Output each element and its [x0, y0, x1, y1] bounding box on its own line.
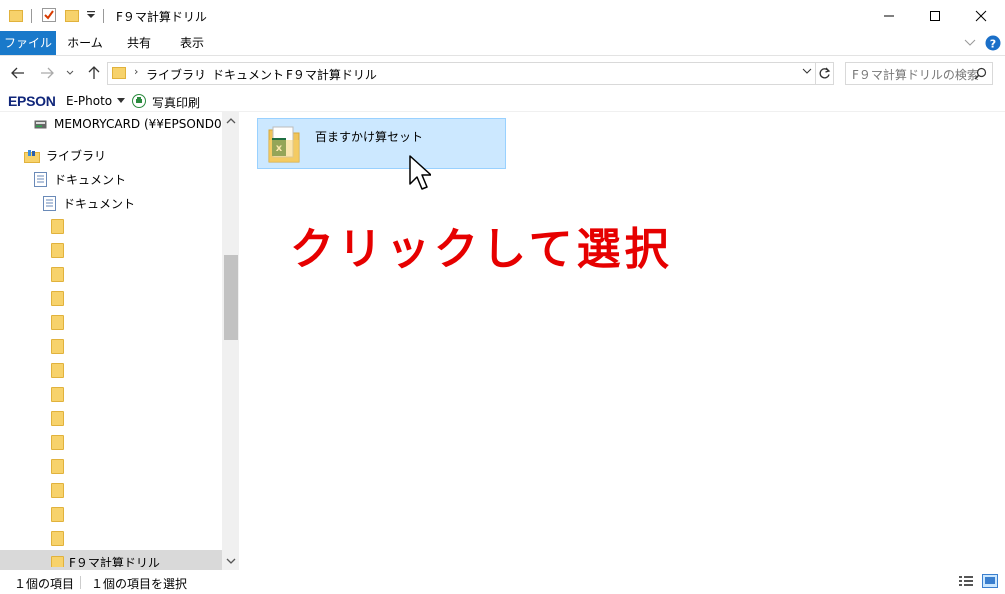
folder-icon[interactable]: [51, 459, 64, 474]
maximize-icon: [930, 10, 940, 21]
separator: [103, 9, 104, 23]
close-button[interactable]: [958, 0, 1004, 31]
back-arrow-icon: [11, 67, 24, 79]
address-dropdown-icon[interactable]: [802, 68, 812, 76]
drive-icon: [34, 117, 48, 131]
details-view-icon[interactable]: [959, 574, 973, 588]
expand-ribbon-icon[interactable]: [964, 38, 976, 48]
nav-item-label: ドキュメント: [63, 197, 136, 211]
folder-icon: [51, 556, 64, 567]
folder-icon: [112, 65, 127, 80]
tab-home[interactable]: ホーム: [60, 31, 110, 55]
new-folder-icon[interactable]: [65, 8, 80, 23]
chevron-down-icon: [66, 70, 74, 75]
nav-scrollbar[interactable]: [222, 112, 239, 570]
forward-arrow-icon: [41, 67, 54, 79]
excel-folder-icon: x: [267, 124, 301, 164]
nav-item-label: ドキュメント: [54, 173, 127, 187]
navigation-pane: MEMORYCARD (¥¥EPSOND0B5E ライブラリ ドキュメント ドキ…: [0, 112, 222, 567]
search-box[interactable]: F９マ計算ドリルの検索: [845, 62, 993, 85]
nav-item-label: MEMORYCARD (¥¥EPSOND0B5E: [54, 117, 222, 131]
address-box[interactable]: › ライブラリ › ドキュメント › F９マ計算ドリル: [107, 62, 834, 85]
scroll-up-icon[interactable]: [226, 117, 236, 124]
tab-view[interactable]: 表示: [167, 31, 217, 55]
chevron-right-icon: ›: [134, 65, 139, 78]
folder-icon: [9, 8, 24, 23]
maximize-button[interactable]: [912, 0, 958, 31]
library-icon: [24, 148, 40, 164]
folder-icon[interactable]: [51, 531, 64, 546]
folder-icon[interactable]: [51, 339, 64, 354]
chevron-right-icon: ›: [200, 65, 205, 78]
forward-button[interactable]: [37, 62, 57, 84]
breadcrumb-library[interactable]: ライブラリ: [146, 66, 206, 83]
folder-icon[interactable]: [51, 219, 64, 234]
folder-icon[interactable]: [51, 363, 64, 378]
photo-print-button[interactable]: 写真印刷: [152, 94, 200, 111]
ephoto-button[interactable]: E-Photo: [66, 94, 112, 108]
minimize-icon: [884, 15, 894, 16]
item-count: １個の項目: [14, 577, 75, 591]
documents-icon: [34, 172, 48, 188]
help-icon[interactable]: ?: [985, 35, 1001, 51]
window-title: F９マ計算ドリル: [116, 10, 207, 24]
file-name: 百ますかけ算セット: [315, 130, 424, 144]
folder-icon[interactable]: [51, 507, 64, 522]
tab-file[interactable]: ファイル: [0, 31, 56, 55]
nav-item-label: F９マ計算ドリル: [69, 556, 160, 567]
recent-locations-button[interactable]: [63, 62, 77, 84]
scroll-down-icon[interactable]: [226, 558, 236, 565]
up-arrow-icon: [88, 66, 100, 79]
epson-logo: EPSON: [8, 93, 56, 109]
customize-toolbar-icon[interactable]: [86, 10, 96, 20]
tab-share[interactable]: 共有: [114, 31, 164, 55]
search-icon: [974, 67, 987, 80]
mouse-cursor-icon: [409, 155, 431, 191]
selected-count: １個の項目を選択: [91, 577, 188, 591]
refresh-icon[interactable]: [818, 67, 831, 80]
file-list: [240, 112, 1005, 570]
folder-icon[interactable]: [51, 435, 64, 450]
minimize-button[interactable]: [866, 0, 912, 31]
up-button[interactable]: [84, 62, 104, 84]
properties-icon[interactable]: [42, 8, 57, 23]
instruction-annotation: クリックして選択: [290, 224, 673, 275]
printer-icon: [132, 94, 146, 108]
folder-icon[interactable]: [51, 315, 64, 330]
scrollbar-thumb[interactable]: [224, 255, 238, 340]
breadcrumb-current-folder[interactable]: F９マ計算ドリル: [286, 66, 377, 83]
documents-icon: [43, 196, 57, 212]
folder-icon[interactable]: [51, 243, 64, 258]
folder-icon[interactable]: [51, 387, 64, 402]
epson-toolbar: [0, 91, 1005, 111]
folder-icon[interactable]: [51, 267, 64, 282]
folder-icon[interactable]: [51, 483, 64, 498]
svg-text:?: ?: [990, 38, 996, 51]
back-button[interactable]: [8, 62, 28, 84]
chevron-right-icon: ›: [274, 65, 279, 78]
folder-icon[interactable]: [51, 411, 64, 426]
divider: [80, 576, 81, 589]
folder-icon[interactable]: [51, 291, 64, 306]
separator: [31, 9, 32, 23]
divider: [815, 63, 816, 84]
ephoto-dropdown-icon[interactable]: [117, 98, 125, 104]
nav-item-label: ライブラリ: [46, 149, 107, 163]
large-icons-view-icon[interactable]: [982, 574, 998, 588]
close-icon: [975, 10, 987, 21]
search-placeholder: F９マ計算ドリルの検索: [852, 68, 979, 82]
